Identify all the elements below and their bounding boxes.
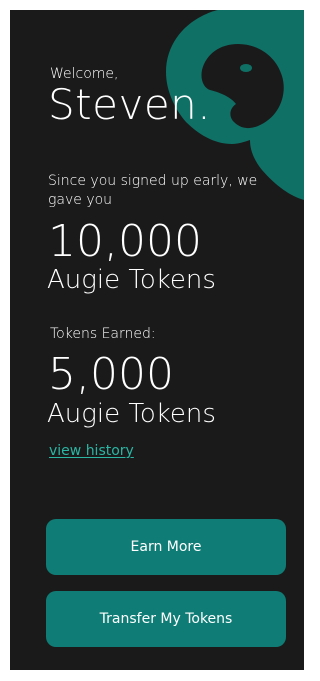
tokens-earned-label: Tokens Earned: xyxy=(50,326,156,342)
tokens-earned-amount: 5,000 xyxy=(48,349,174,400)
signup-bonus-unit: Augie Tokens xyxy=(47,265,216,295)
signup-bonus-amount: 10,000 xyxy=(48,216,202,267)
user-name: Steven. xyxy=(48,80,212,129)
transfer-tokens-button[interactable]: Transfer My Tokens xyxy=(46,591,286,647)
earn-more-button[interactable]: Earn More xyxy=(46,519,286,575)
tokens-earned-unit: Augie Tokens xyxy=(47,399,216,429)
view-history-link[interactable]: view history xyxy=(49,443,134,459)
app-screen: Welcome, Steven. Since you signed up ear… xyxy=(10,10,304,670)
signup-bonus-intro: Since you signed up early, we gave you xyxy=(48,173,258,208)
